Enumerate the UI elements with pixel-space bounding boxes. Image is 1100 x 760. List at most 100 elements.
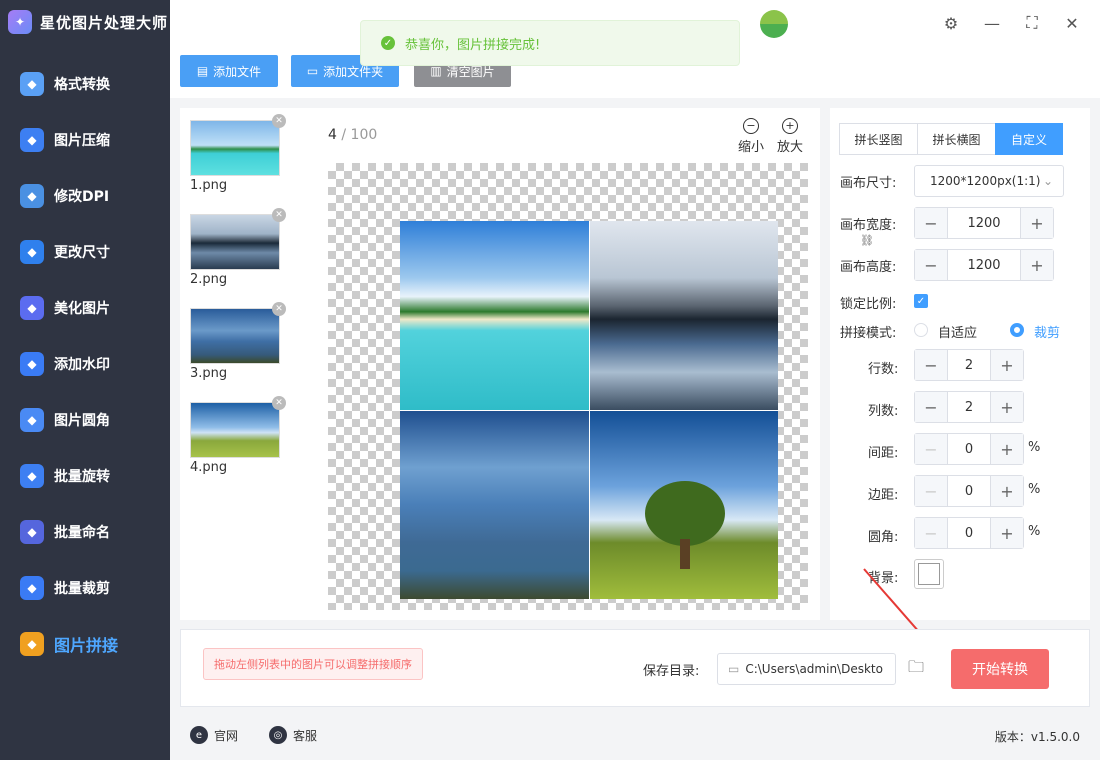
increment-button[interactable]: + (1021, 250, 1053, 280)
sidebar-item-format-convert[interactable]: ◆ 格式转换 (0, 62, 170, 106)
canvas-width-label: 画布宽度: (840, 218, 897, 233)
website-icon: e (190, 726, 208, 744)
margin-label: 边距: (868, 488, 899, 503)
transparent-canvas-bg (328, 163, 808, 610)
sidebar-item-label: 批量裁剪 (54, 581, 110, 597)
stitched-image (400, 221, 778, 599)
thumbnail-beach (190, 120, 280, 176)
sidebar-item-dpi[interactable]: ◆ 修改DPI (0, 174, 170, 218)
thumbnail-mountain-lake (190, 214, 280, 270)
settings-panel: 拼长竖图 拼长横图 自定义 画布尺寸: 1200*1200px(1:1) ⌄ 画… (830, 108, 1090, 620)
canvas-height-label: 画布高度: (840, 260, 897, 275)
decrement-button[interactable]: − (915, 250, 947, 280)
app-brand: ✦ 星优图片处理大师 (8, 10, 168, 34)
sidebar-item-resize[interactable]: ◆ 更改尺寸 (0, 230, 170, 274)
sidebar-item-rename[interactable]: ◆ 批量命名 (0, 510, 170, 554)
decrement-button[interactable]: − (915, 392, 947, 422)
gap-label: 间距: (868, 446, 899, 461)
increment-button[interactable]: + (991, 476, 1023, 506)
sidebar-item-compress[interactable]: ◆ 图片压缩 (0, 118, 170, 162)
radius-stepper[interactable]: − 0 + (914, 517, 1024, 549)
sidebar-item-rotate[interactable]: ◆ 批量旋转 (0, 454, 170, 498)
resize-icon: ◆ (20, 240, 44, 264)
decrement-button[interactable]: − (915, 350, 947, 380)
remove-icon[interactable]: ✕ (272, 302, 286, 316)
file-item[interactable]: ✕ 1.png (190, 114, 286, 193)
sidebar-item-round-corner[interactable]: ◆ 图片圆角 (0, 398, 170, 442)
rename-icon: ◆ (20, 520, 44, 544)
remove-icon[interactable]: ✕ (272, 396, 286, 410)
radio-adaptive-label[interactable]: 自适应 (938, 322, 977, 341)
canvas-size-label: 画布尺寸: (840, 176, 897, 191)
increment-button[interactable]: + (1021, 208, 1053, 238)
tab-horizontal[interactable]: 拼长横图 (917, 123, 996, 155)
save-path-field[interactable]: ▭ C:\Users\admin\Deskto (717, 653, 896, 685)
folder-icon: ▭ (306, 64, 319, 78)
radio-crop[interactable] (1010, 323, 1024, 337)
add-file-button[interactable]: ▤ 添加文件 (180, 55, 278, 87)
decrement-button[interactable]: − (915, 518, 947, 548)
tile-blue-mountains (400, 410, 589, 599)
tab-vertical[interactable]: 拼长竖图 (839, 123, 918, 155)
page-counter: 4 / 100 (328, 127, 378, 143)
file-item[interactable]: ✕ 3.png (190, 302, 286, 381)
increment-button[interactable]: + (991, 434, 1023, 464)
decrement-button[interactable]: − (915, 476, 947, 506)
support-link[interactable]: ◎ 客服 (269, 726, 317, 744)
close-icon[interactable]: ✕ (1061, 12, 1083, 34)
sidebar-item-label: 图片拼接 (54, 636, 119, 655)
rows-label: 行数: (868, 362, 899, 377)
rows-stepper[interactable]: − 2 + (914, 349, 1024, 381)
reorder-hint: 拖动左侧列表中的图片可以调整拼接顺序 (203, 648, 423, 680)
sidebar-item-label: 添加水印 (54, 357, 110, 373)
sidebar-item-beautify[interactable]: ◆ 美化图片 (0, 286, 170, 330)
increment-button[interactable]: + (991, 518, 1023, 548)
file-item[interactable]: ✕ 4.png (190, 396, 286, 475)
sidebar-item-stitch[interactable]: ◆ 图片拼接 (0, 622, 170, 666)
toast-message: 恭喜你，图片拼接完成! (405, 37, 541, 53)
increment-button[interactable]: + (991, 350, 1023, 380)
minimize-icon[interactable]: — (981, 12, 1003, 34)
cols-stepper[interactable]: − 2 + (914, 391, 1024, 423)
folder-outline-icon: ▭ (728, 662, 740, 676)
remove-icon[interactable]: ✕ (272, 208, 286, 222)
decrement-button[interactable]: − (915, 208, 947, 238)
sidebar-item-label: 修改DPI (54, 189, 110, 205)
sidebar-item-watermark[interactable]: ◆ 添加水印 (0, 342, 170, 386)
canvas-size-select[interactable]: 1200*1200px(1:1) ⌄ (914, 165, 1064, 197)
support-icon: ◎ (269, 726, 287, 744)
radio-adaptive[interactable] (914, 323, 928, 337)
start-convert-button[interactable]: 开始转换 (951, 649, 1049, 689)
canvas-width-stepper[interactable]: − 1200 + (914, 207, 1054, 239)
tile-beach (400, 221, 589, 410)
open-folder-icon[interactable]: 🗀 (905, 657, 927, 680)
file-item[interactable]: ✕ 2.png (190, 208, 286, 287)
chevron-down-icon: ⌄ (1042, 174, 1053, 188)
canvas-height-stepper[interactable]: − 1200 + (914, 249, 1054, 281)
stitch-icon: ◆ (20, 632, 44, 656)
maximize-icon[interactable]: ⛶ (1021, 12, 1043, 34)
file-list: ✕ 1.png ✕ 2.png ✕ 3.png ✕ 4.png (180, 108, 308, 620)
settings-sliders-icon[interactable]: ⚙ (940, 12, 962, 34)
sidebar-item-crop[interactable]: ◆ 批量裁剪 (0, 566, 170, 610)
save-dir-label: 保存目录: (643, 664, 700, 679)
mode-label: 拼接模式: (840, 326, 897, 341)
lock-ratio-checkbox[interactable]: ✓ (914, 294, 928, 308)
margin-stepper[interactable]: − 0 + (914, 475, 1024, 507)
tab-custom[interactable]: 自定义 (995, 123, 1063, 155)
sidebar-item-label: 批量命名 (54, 525, 110, 541)
compress-icon: ◆ (20, 128, 44, 152)
website-link[interactable]: e 官网 (190, 726, 238, 744)
zoom-in-button[interactable]: + 放大 (772, 118, 808, 155)
zoom-out-button[interactable]: − 缩小 (733, 118, 769, 155)
check-circle-icon: ✓ (381, 36, 395, 50)
sidebar-item-label: 更改尺寸 (54, 245, 110, 261)
increment-button[interactable]: + (991, 392, 1023, 422)
radio-crop-label[interactable]: 裁剪 (1034, 322, 1060, 341)
gap-stepper[interactable]: − 0 + (914, 433, 1024, 465)
remove-icon[interactable]: ✕ (272, 114, 286, 128)
avatar[interactable] (760, 10, 788, 38)
crop-icon: ◆ (20, 576, 44, 600)
link-icon[interactable]: ⛓ (860, 234, 874, 247)
decrement-button[interactable]: − (915, 434, 947, 464)
